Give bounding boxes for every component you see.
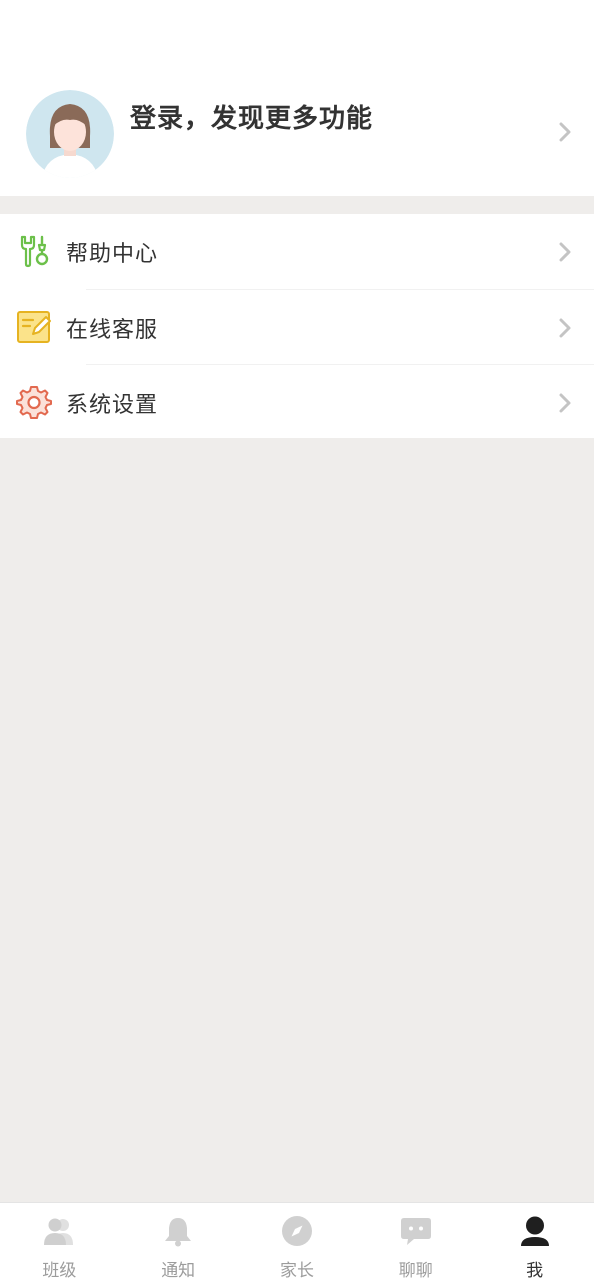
tab-label: 聊聊 [398,1261,433,1281]
note-edit-icon [17,311,51,343]
chevron-right-icon [559,393,571,413]
tab-label: 班级 [42,1261,77,1281]
tab-label: 家长 [279,1261,314,1281]
menu-list: 帮助中心 在线客服 系统设置 [0,214,594,438]
chevron-right-icon [559,122,571,142]
compass-icon [281,1216,312,1246]
people-icon [44,1218,74,1245]
tab-class[interactable]: 班级 [0,1203,119,1281]
tab-label: 通知 [161,1261,196,1281]
menu-item-help-center[interactable]: 帮助中心 [0,214,594,288]
menu-item-online-service[interactable]: 在线客服 [0,290,594,364]
login-prompt[interactable]: 登录，发现更多功能 [130,98,373,135]
tab-label: 我 [526,1261,544,1281]
menu-item-system-settings[interactable]: 系统设置 [0,365,594,439]
avatar [26,90,114,178]
wrench-icon [20,235,49,268]
tab-notice[interactable]: 通知 [119,1203,238,1281]
menu-item-label: 系统设置 [66,393,159,418]
profile-header[interactable]: 登录，发现更多功能 [0,0,594,196]
menu-item-label: 帮助中心 [66,242,159,267]
chevron-right-icon [559,318,571,338]
gear-icon [16,386,52,419]
tab-me[interactable]: 我 [475,1203,594,1281]
chevron-right-icon [559,242,571,262]
chat-icon [400,1218,431,1245]
tab-chat[interactable]: 聊聊 [356,1203,475,1281]
bell-icon [165,1218,192,1247]
bottom-tab-bar: 班级 通知 家长 聊聊 我 [0,1202,594,1281]
person-icon [520,1216,549,1246]
menu-item-label: 在线客服 [66,318,159,343]
tab-parents[interactable]: 家长 [238,1203,357,1281]
